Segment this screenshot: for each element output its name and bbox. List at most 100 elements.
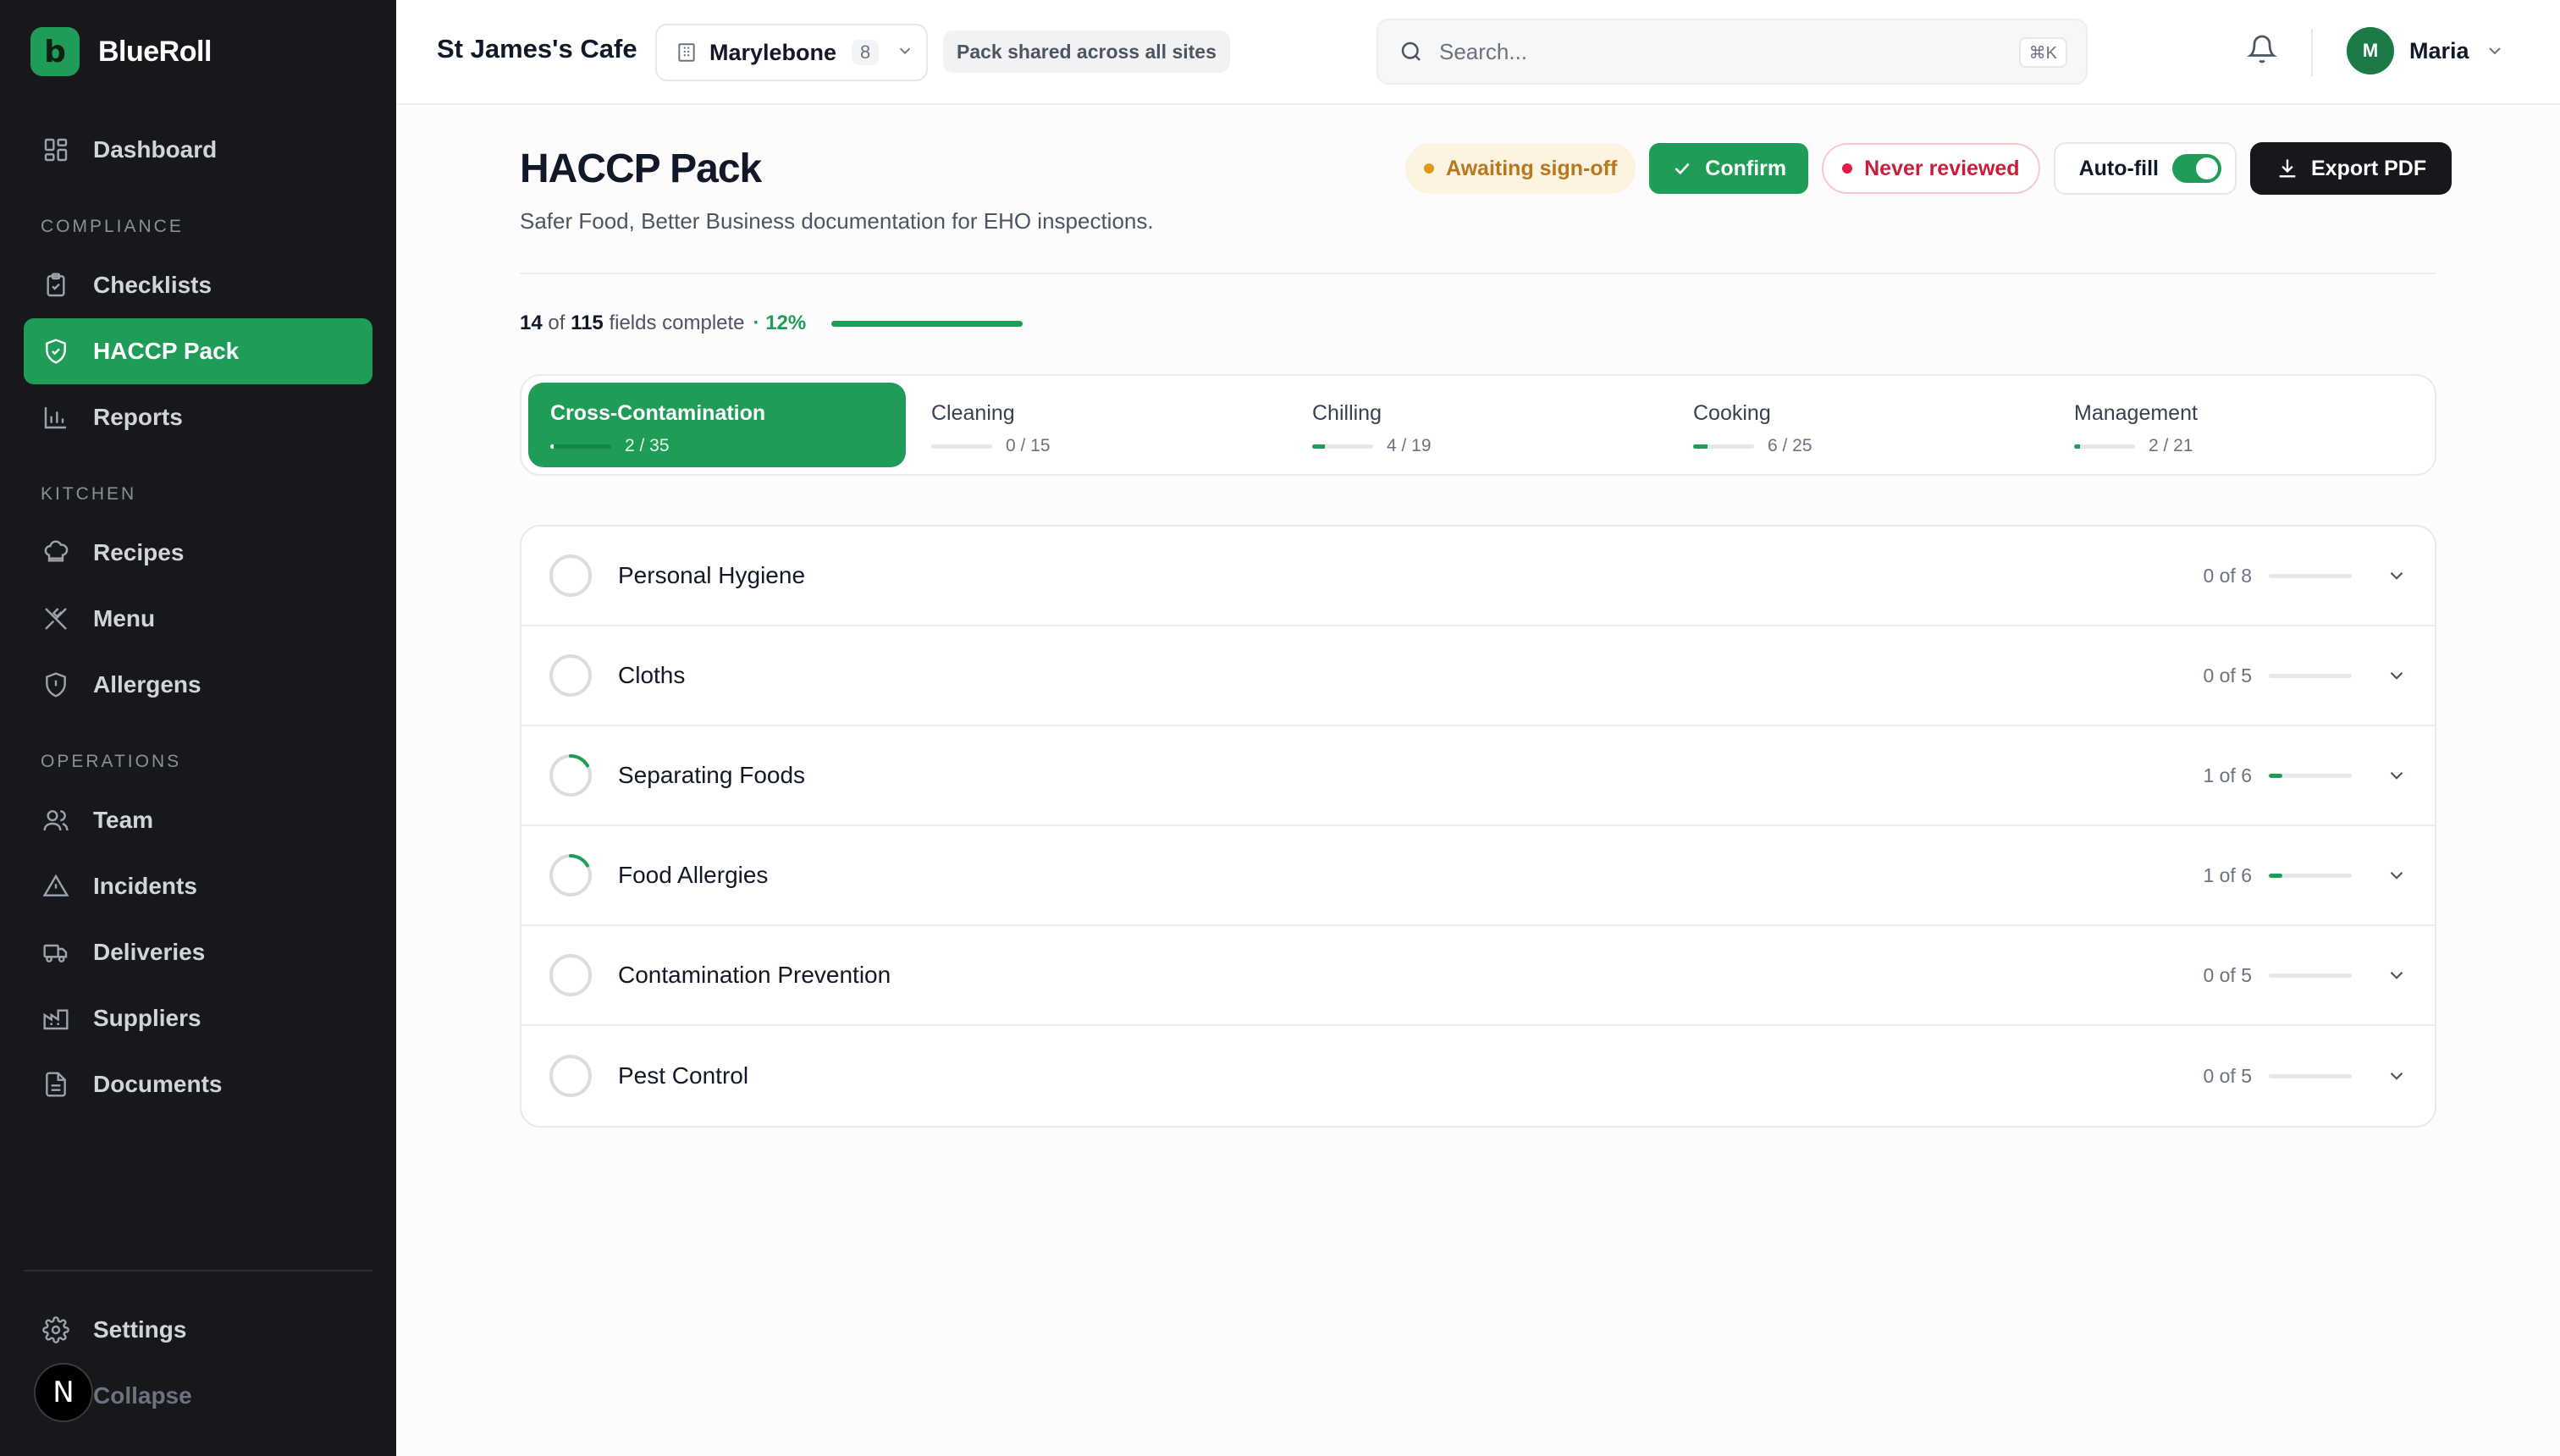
sidebar-item-team[interactable]: Team bbox=[24, 787, 372, 853]
tab-cleaning[interactable]: Cleaning 0 / 15 bbox=[909, 383, 1287, 467]
section-row-personal-hygiene[interactable]: Personal Hygiene 0 of 8 bbox=[521, 527, 2435, 626]
section-row-separating-foods[interactable]: Separating Foods 1 of 6 bbox=[521, 726, 2435, 826]
section-progress-bar bbox=[2269, 673, 2352, 678]
sidebar-item-recipes[interactable]: Recipes bbox=[24, 520, 372, 586]
building-icon bbox=[676, 41, 698, 63]
tab-cooking[interactable]: Cooking 6 / 25 bbox=[1671, 383, 2049, 467]
factory-icon bbox=[41, 1003, 71, 1034]
section-row-pest-control[interactable]: Pest Control 0 of 5 bbox=[521, 1026, 2435, 1126]
search-icon bbox=[1399, 39, 1424, 64]
autofill-label: Auto-fill bbox=[2078, 156, 2159, 180]
sidebar-item-haccp-pack[interactable]: HACCP Pack bbox=[24, 318, 372, 384]
progress-bar bbox=[831, 320, 1023, 327]
tab-count: 4 / 19 bbox=[1387, 436, 1432, 455]
sidebar-item-label: Collapse bbox=[93, 1382, 192, 1409]
chevron-down-icon[interactable] bbox=[2386, 964, 2408, 986]
pack-shared-chip: Pack shared across all sites bbox=[943, 30, 1230, 73]
status-badge-awaiting: Awaiting sign-off bbox=[1405, 143, 1636, 194]
tab-progress-bar bbox=[1312, 444, 1373, 449]
tab-count: 0 / 15 bbox=[1006, 436, 1051, 455]
tab-progress-bar bbox=[1693, 444, 1754, 449]
section-title: Contamination Prevention bbox=[618, 962, 891, 988]
progress-ring bbox=[549, 754, 592, 797]
sidebar-item-incidents[interactable]: Incidents bbox=[24, 853, 372, 919]
section-list: Personal Hygiene 0 of 8 Cloths 0 of 5 Se… bbox=[520, 525, 2436, 1128]
section-progress-bar bbox=[2269, 873, 2352, 878]
bell-icon[interactable] bbox=[2247, 34, 2277, 69]
top-bar: St James's Cafe Marylebone 8 Pack shared… bbox=[396, 0, 2560, 105]
tab-label: Management bbox=[2074, 401, 2198, 425]
progress-ring bbox=[549, 854, 592, 896]
sidebar-item-checklists[interactable]: Checklists bbox=[24, 252, 372, 318]
tab-chilling[interactable]: Chilling 4 / 19 bbox=[1290, 383, 1668, 467]
sidebar-item-deliveries[interactable]: Deliveries bbox=[24, 919, 372, 985]
user-menu[interactable]: M Maria bbox=[2347, 27, 2505, 74]
tab-cross-contamination[interactable]: Cross-Contamination 2 / 35 bbox=[528, 383, 906, 467]
chevron-down-icon bbox=[2485, 41, 2505, 61]
dev-tools-badge[interactable]: N bbox=[34, 1363, 93, 1422]
clipboard-check-icon bbox=[41, 270, 71, 301]
tab-label: Cleaning bbox=[931, 401, 1015, 425]
tab-label: Cooking bbox=[1693, 401, 1771, 425]
section-title: Separating Foods bbox=[618, 762, 806, 788]
sidebar-item-menu[interactable]: Menu bbox=[24, 586, 372, 652]
confirm-label: Confirm bbox=[1705, 156, 1787, 180]
file-text-icon bbox=[41, 1069, 71, 1100]
sidebar-item-label: Allergens bbox=[93, 671, 201, 698]
section-row-food-allergies[interactable]: Food Allergies 1 of 6 bbox=[521, 826, 2435, 926]
category-tabs: Cross-Contamination 2 / 35 Cleaning 0 / … bbox=[520, 374, 2436, 476]
sidebar-item-label: Documents bbox=[93, 1071, 223, 1097]
divider bbox=[520, 273, 2436, 274]
chevron-down-icon[interactable] bbox=[2386, 864, 2408, 886]
progress-ring bbox=[549, 1055, 592, 1097]
progress-percent: · 12% bbox=[753, 312, 807, 334]
sidebar-item-settings[interactable]: Settings bbox=[24, 1297, 372, 1363]
export-pdf-button[interactable]: Export PDF bbox=[2250, 142, 2452, 195]
sidebar-item-label: Incidents bbox=[93, 873, 197, 899]
chevron-down-icon[interactable] bbox=[2386, 665, 2408, 687]
toggle-switch[interactable] bbox=[2172, 154, 2221, 183]
check-icon bbox=[1671, 157, 1693, 179]
bar-chart-icon bbox=[41, 402, 71, 433]
sidebar-item-documents[interactable]: Documents bbox=[24, 1051, 372, 1117]
status-label: Awaiting sign-off bbox=[1446, 156, 1618, 180]
chevron-down-icon[interactable] bbox=[2386, 1065, 2408, 1087]
autofill-toggle[interactable]: Auto-fill bbox=[2053, 142, 2237, 195]
progress-completed: 14 bbox=[520, 312, 543, 334]
tab-count: 6 / 25 bbox=[1768, 436, 1812, 455]
section-count: 0 of 5 bbox=[2203, 1064, 2252, 1087]
brand[interactable]: b BlueRoll bbox=[30, 27, 212, 76]
section-title: Food Allergies bbox=[618, 862, 769, 888]
section-row-cloths[interactable]: Cloths 0 of 5 bbox=[521, 626, 2435, 726]
section-row-contamination-prevention[interactable]: Contamination Prevention 0 of 5 bbox=[521, 926, 2435, 1026]
sidebar-item-reports[interactable]: Reports bbox=[24, 384, 372, 450]
brand-logo: b bbox=[30, 27, 80, 76]
chevron-down-icon[interactable] bbox=[2386, 764, 2408, 786]
chevron-down-icon bbox=[896, 41, 914, 64]
tab-progress-bar bbox=[2074, 444, 2135, 449]
sidebar-divider bbox=[24, 1270, 372, 1271]
tab-count: 2 / 35 bbox=[625, 436, 670, 455]
sidebar-item-dashboard[interactable]: Dashboard bbox=[24, 117, 372, 183]
status-dot bbox=[1842, 163, 1853, 174]
warning-triangle-icon bbox=[41, 871, 71, 902]
tab-management[interactable]: Management 2 / 21 bbox=[2052, 383, 2430, 467]
utensils-crossed-icon bbox=[41, 604, 71, 634]
search-bar[interactable]: ⌘K bbox=[1377, 19, 2088, 85]
sidebar-item-allergens[interactable]: Allergens bbox=[24, 652, 372, 718]
progress-of: of bbox=[548, 312, 566, 334]
site-count-badge: 8 bbox=[852, 40, 880, 65]
section-count: 0 of 5 bbox=[2203, 963, 2252, 986]
tab-label: Cross-Contamination bbox=[550, 401, 766, 425]
chevron-down-icon[interactable] bbox=[2386, 565, 2408, 587]
sidebar-item-suppliers[interactable]: Suppliers bbox=[24, 985, 372, 1051]
page-subtitle: Safer Food, Better Business documentatio… bbox=[520, 208, 1154, 234]
users-icon bbox=[41, 805, 71, 836]
search-input[interactable] bbox=[1439, 38, 1981, 65]
confirm-button[interactable]: Confirm bbox=[1649, 143, 1809, 194]
site-name: Marylebone bbox=[709, 39, 837, 65]
status-dot bbox=[1424, 163, 1434, 174]
site-selector[interactable]: Marylebone 8 bbox=[655, 24, 928, 81]
progress-ring bbox=[549, 654, 592, 697]
cafe-name: St James's Cafe bbox=[437, 34, 637, 63]
